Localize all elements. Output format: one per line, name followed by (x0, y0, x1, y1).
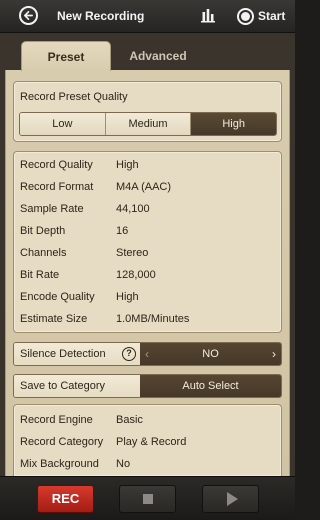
engine-row-mix-background: Mix Background No (20, 455, 276, 473)
quality-medium-option[interactable]: Medium (105, 113, 192, 135)
detail-label: Estimate Size (20, 313, 88, 325)
save-category-selector[interactable]: Auto Select (140, 375, 281, 397)
silence-detection-row: Silence Detection ? ‹ NO › (13, 342, 282, 366)
detail-value: 1.0MB/Minutes (116, 313, 190, 325)
preset-quality-card: Record Preset Quality Low Medium High (13, 81, 282, 142)
rec-button[interactable]: REC (37, 485, 94, 513)
detail-value: 44,100 (116, 203, 150, 215)
bar-chart-icon[interactable] (200, 7, 216, 23)
page-title: New Recording (57, 9, 145, 23)
detail-label: Sample Rate (20, 203, 84, 215)
detail-value: M4A (AAC) (116, 181, 172, 193)
silence-detection-selector[interactable]: ‹ NO › (140, 343, 281, 365)
engine-value: Play & Record (116, 436, 187, 448)
engine-label: Record Engine (20, 414, 93, 426)
start-label: Start (258, 9, 286, 23)
detail-row-record-format: Record Format M4A (AAC) (20, 178, 276, 196)
recording-details-card: Record Quality High Record Format M4A (A… (13, 151, 282, 333)
silence-detection-value: NO (202, 348, 219, 360)
detail-value: 128,000 (116, 269, 156, 281)
record-circle-icon (237, 7, 254, 25)
detail-value: High (116, 291, 139, 303)
detail-label: Channels (20, 247, 67, 259)
stop-button[interactable] (119, 485, 176, 513)
help-icon[interactable]: ? (122, 347, 136, 361)
detail-label: Record Format (20, 181, 94, 193)
detail-row-bit-rate: Bit Rate 128,000 (20, 266, 276, 284)
detail-row-channels: Channels Stereo (20, 244, 276, 262)
detail-row-sample-rate: Sample Rate 44,100 (20, 200, 276, 218)
preset-quality-title: Record Preset Quality (20, 91, 128, 103)
engine-row-record-category: Record Category Play & Record (20, 433, 276, 451)
silence-detection-label-cell: Silence Detection ? (14, 343, 140, 365)
back-button[interactable] (19, 6, 38, 25)
play-button[interactable] (202, 485, 259, 513)
detail-row-estimate-size: Estimate Size 1.0MB/Minutes (20, 310, 276, 328)
chevron-left-icon[interactable]: ‹ (145, 343, 149, 365)
stop-icon (142, 494, 153, 504)
quality-high-option[interactable]: High (191, 113, 276, 135)
quality-segmented-control: Low Medium High (19, 112, 277, 136)
detail-label: Bit Rate (20, 269, 60, 281)
engine-label: Mix Background (20, 458, 99, 470)
save-category-label: Save to Category (20, 380, 105, 392)
tab-preset[interactable]: Preset (21, 41, 111, 71)
detail-value: 16 (116, 225, 129, 237)
detail-row-bit-depth: Bit Depth 16 (20, 222, 276, 240)
play-icon (226, 492, 238, 506)
engine-settings-card: Record Engine Basic Record Category Play… (13, 404, 282, 476)
transport-bar: REC (0, 476, 295, 520)
save-category-label-cell: Save to Category (14, 375, 140, 397)
detail-value: High (116, 159, 139, 171)
quality-low-option[interactable]: Low (20, 113, 106, 135)
tab-advanced[interactable]: Advanced (113, 41, 203, 71)
detail-row-record-quality: Record Quality High (20, 156, 276, 174)
engine-label: Record Category (20, 436, 104, 448)
start-button[interactable]: Start (237, 5, 285, 27)
chevron-right-icon[interactable]: › (272, 343, 276, 365)
detail-label: Record Quality (20, 159, 93, 171)
detail-value: Stereo (116, 247, 149, 259)
engine-value: Basic (116, 414, 143, 426)
back-arrow-icon (24, 11, 33, 20)
top-bar: New Recording Start (0, 0, 295, 33)
engine-value: No (116, 458, 131, 470)
silence-detection-label: Silence Detection (20, 348, 106, 360)
detail-label: Bit Depth (20, 225, 66, 237)
detail-row-encode-quality: Encode Quality High (20, 288, 276, 306)
save-category-row: Save to Category Auto Select (13, 374, 282, 398)
engine-row-record-engine: Record Engine Basic (20, 411, 276, 429)
detail-label: Encode Quality (20, 291, 95, 303)
